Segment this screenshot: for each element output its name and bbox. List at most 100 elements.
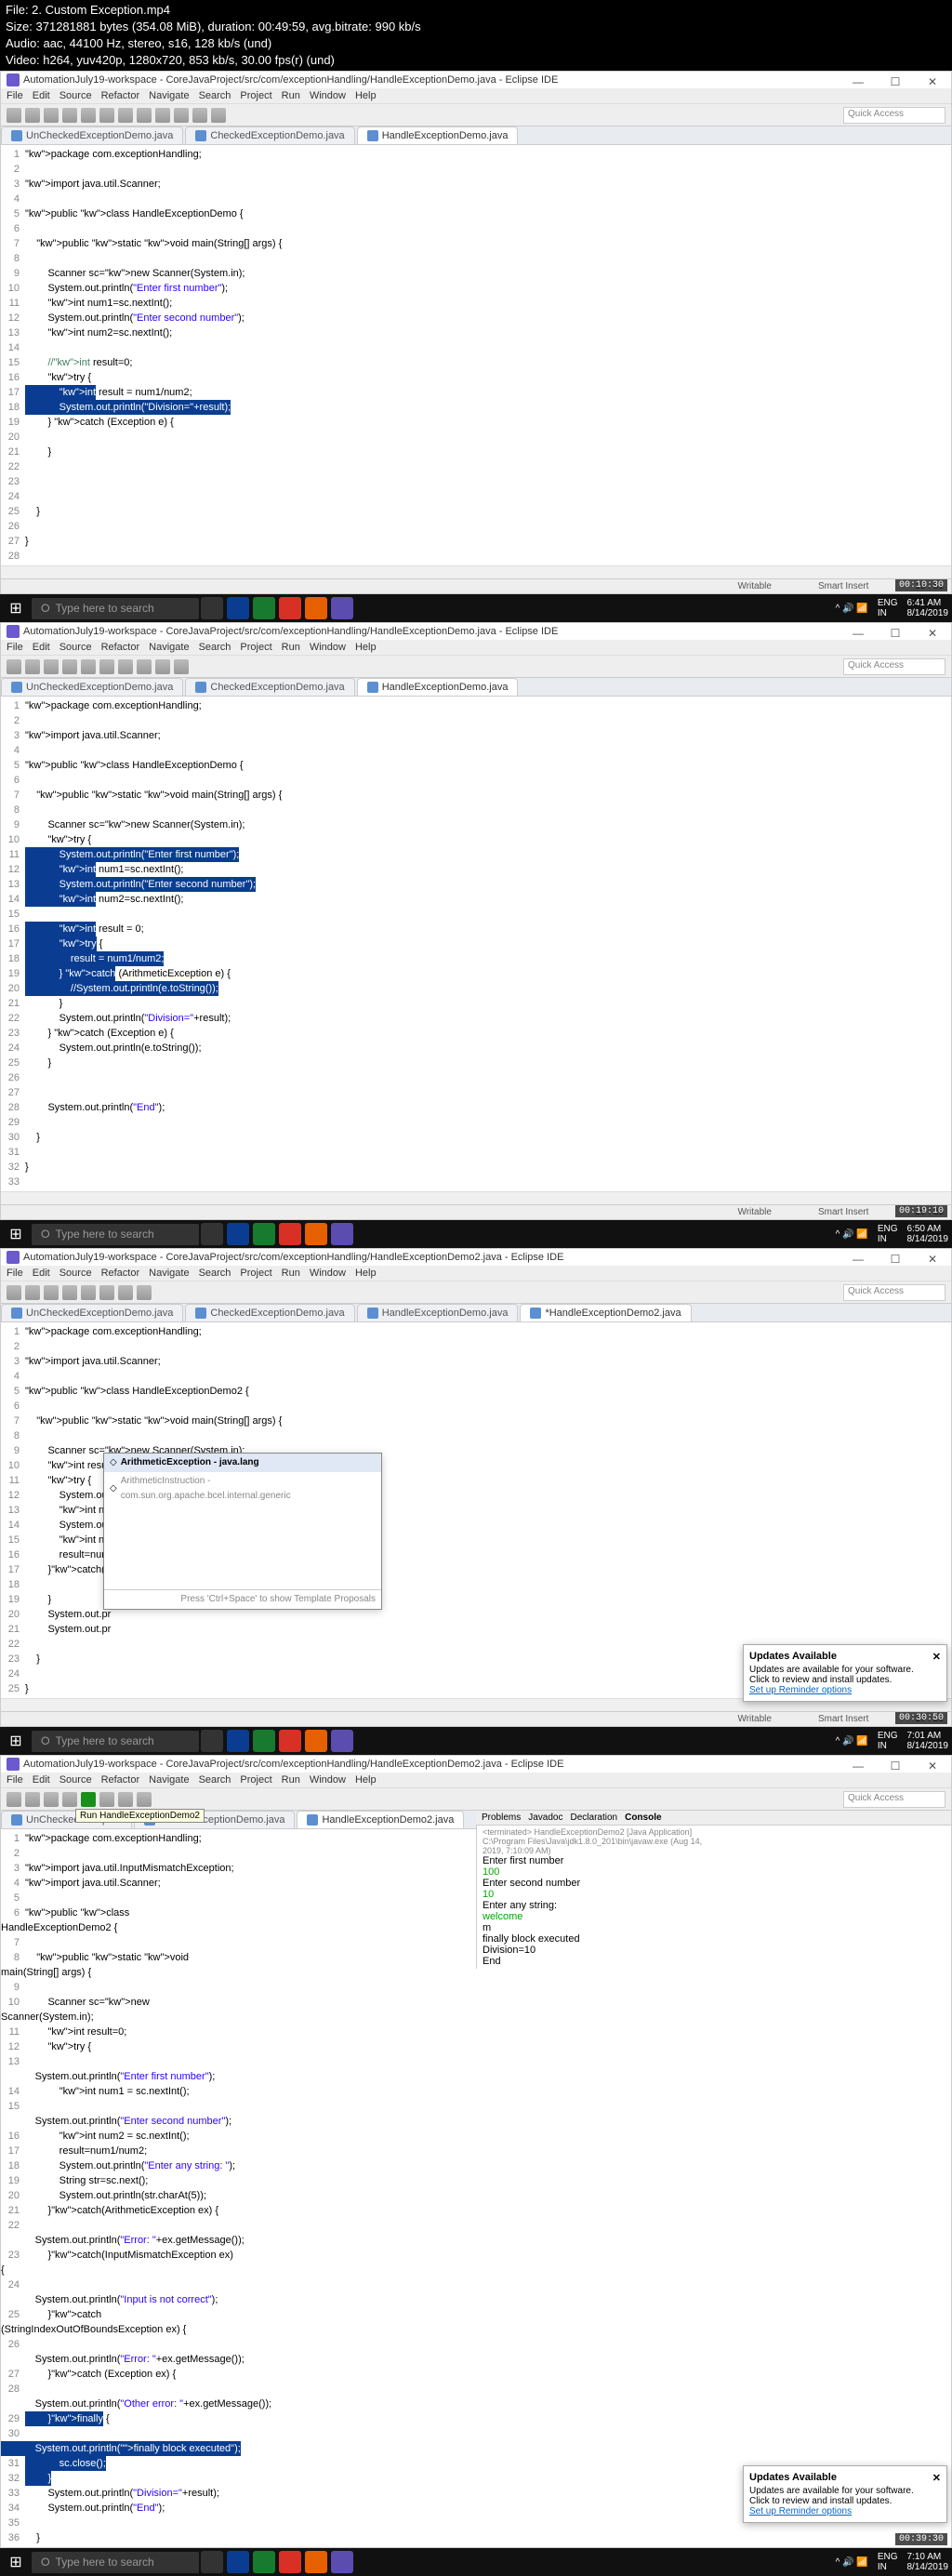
tab-unchecked[interactable]: UnCheckedExceptionDemo.java — [1, 1304, 183, 1321]
menu-navigate[interactable]: Navigate — [149, 90, 189, 101]
taskbar-app[interactable] — [201, 2551, 223, 2573]
tab-javadoc[interactable]: Javadoc — [528, 1812, 562, 1823]
quick-access-input[interactable]: Quick Access — [843, 107, 945, 124]
toolbar-icon[interactable] — [25, 108, 40, 123]
menu-search[interactable]: Search — [199, 1268, 231, 1279]
menu-project[interactable]: Project — [240, 90, 271, 101]
minimize-button[interactable]: — — [840, 72, 877, 92]
tab-handle[interactable]: HandleExceptionDemo.java — [357, 1304, 519, 1321]
menu-run[interactable]: Run — [282, 642, 300, 653]
tab-checked[interactable]: CheckedExceptionDemo.java — [185, 678, 354, 696]
menu-navigate[interactable]: Navigate — [149, 1268, 189, 1279]
toolbar-icon[interactable] — [174, 659, 189, 674]
system-tray[interactable]: ^ 🔊 📶 ENGIN 6:41 AM8/14/2019 — [836, 598, 948, 618]
taskbar-app[interactable] — [201, 1223, 223, 1245]
taskbar-app[interactable] — [331, 1730, 353, 1752]
tab-unchecked[interactable]: UnCheckedExceptionDemo.java — [1, 678, 183, 696]
tab-handle2[interactable]: *HandleExceptionDemo2.java — [520, 1304, 691, 1321]
toolbar-icon[interactable] — [44, 1285, 59, 1300]
menu-project[interactable]: Project — [240, 642, 271, 653]
maximize-button[interactable]: ☐ — [877, 1756, 914, 1776]
taskbar-app[interactable] — [331, 597, 353, 619]
toolbar-icon[interactable] — [137, 1792, 152, 1807]
tab-handle[interactable]: HandleExceptionDemo.java — [357, 126, 519, 144]
taskbar-app[interactable] — [305, 1730, 327, 1752]
taskbar-app[interactable] — [253, 1223, 275, 1245]
code-editor[interactable]: 1"kw">package com.exceptionHandling;23"k… — [1, 1322, 951, 1698]
menu-window[interactable]: Window — [310, 1268, 346, 1279]
toolbar-icon[interactable] — [81, 1285, 96, 1300]
start-button[interactable]: ⊞ — [4, 596, 28, 620]
taskbar-app[interactable] — [227, 1730, 249, 1752]
toolbar-icon[interactable] — [99, 1792, 114, 1807]
close-button[interactable]: ✕ — [914, 623, 951, 644]
menu-edit[interactable]: Edit — [33, 1774, 50, 1786]
toolbar-icon[interactable] — [44, 659, 59, 674]
maximize-button[interactable]: ☐ — [877, 623, 914, 644]
console-output[interactable]: <terminated> HandleExceptionDemo2 [Java … — [476, 1826, 714, 1969]
toolbar-icon[interactable] — [25, 659, 40, 674]
menu-navigate[interactable]: Navigate — [149, 1774, 189, 1786]
taskbar-app[interactable] — [201, 597, 223, 619]
menu-help[interactable]: Help — [355, 90, 377, 101]
toolbar-icon[interactable] — [211, 108, 226, 123]
toolbar-icon[interactable] — [62, 108, 77, 123]
menu-search[interactable]: Search — [199, 1774, 231, 1786]
toolbar-icon[interactable] — [137, 659, 152, 674]
taskbar-app[interactable] — [253, 1730, 275, 1752]
taskbar-app[interactable] — [227, 597, 249, 619]
menu-file[interactable]: File — [7, 1268, 23, 1279]
start-button[interactable]: ⊞ — [4, 1222, 28, 1246]
menu-refactor[interactable]: Refactor — [101, 642, 140, 653]
taskbar-app[interactable] — [279, 1223, 301, 1245]
menu-run[interactable]: Run — [282, 90, 300, 101]
menu-refactor[interactable]: Refactor — [101, 90, 140, 101]
menu-source[interactable]: Source — [60, 1774, 92, 1786]
toolbar-icon[interactable] — [7, 659, 21, 674]
horizontal-scrollbar[interactable] — [1, 1191, 951, 1204]
toolbar-icon[interactable] — [44, 1792, 59, 1807]
autocomplete-item[interactable]: ◇ ArithmeticInstruction - com.sun.org.ap… — [104, 1472, 381, 1506]
taskbar-search[interactable]: ⭘ Type here to search — [32, 1224, 199, 1245]
tab-unchecked[interactable]: UnCheckedExceptionDemo.java — [1, 126, 183, 144]
taskbar-app[interactable] — [253, 2551, 275, 2573]
menu-edit[interactable]: Edit — [33, 1268, 50, 1279]
toolbar-icon[interactable] — [7, 1792, 21, 1807]
close-button[interactable]: ✕ — [914, 1756, 951, 1776]
toolbar-icon[interactable] — [7, 1285, 21, 1300]
menu-source[interactable]: Source — [60, 1268, 92, 1279]
taskbar-app[interactable] — [227, 1223, 249, 1245]
minimize-button[interactable]: — — [840, 623, 877, 644]
menu-run[interactable]: Run — [282, 1774, 300, 1786]
menu-window[interactable]: Window — [310, 1774, 346, 1786]
toolbar-icon[interactable] — [44, 108, 59, 123]
toolbar-icon[interactable] — [62, 1285, 77, 1300]
taskbar-app[interactable] — [305, 1223, 327, 1245]
toolbar-icon[interactable] — [155, 659, 170, 674]
menu-project[interactable]: Project — [240, 1774, 271, 1786]
taskbar-app[interactable] — [331, 2551, 353, 2573]
reminder-link[interactable]: Set up Reminder options — [749, 1685, 852, 1695]
close-button[interactable]: ✕ — [914, 1249, 951, 1269]
code-editor[interactable]: 1"kw">package com.exceptionHandling;23"k… — [1, 145, 951, 565]
taskbar-app[interactable] — [201, 1730, 223, 1752]
close-icon[interactable]: ✕ — [932, 1651, 941, 1663]
menu-source[interactable]: Source — [60, 642, 92, 653]
menu-navigate[interactable]: Navigate — [149, 642, 189, 653]
minimize-button[interactable]: — — [840, 1756, 877, 1776]
menu-refactor[interactable]: Refactor — [101, 1268, 140, 1279]
taskbar-search[interactable]: ⭘ Type here to search — [32, 1731, 199, 1752]
toolbar-icon[interactable] — [118, 659, 133, 674]
code-editor[interactable]: 1"kw">package com.exceptionHandling;23"k… — [1, 697, 951, 1191]
autocomplete-popup[interactable]: ◇ ArithmeticException - java.lang ◇ Arit… — [103, 1453, 382, 1610]
menu-project[interactable]: Project — [240, 1268, 271, 1279]
taskbar-app[interactable] — [279, 2551, 301, 2573]
toolbar-icon[interactable] — [137, 108, 152, 123]
taskbar-app[interactable] — [305, 597, 327, 619]
menu-window[interactable]: Window — [310, 90, 346, 101]
toolbar-icon[interactable] — [81, 659, 96, 674]
tab-console[interactable]: Console — [625, 1812, 661, 1823]
system-tray[interactable]: ^ 🔊 📶 ENGIN 7:10 AM8/14/2019 — [836, 2552, 948, 2572]
toolbar-icon[interactable] — [25, 1792, 40, 1807]
toolbar-icon[interactable] — [81, 108, 96, 123]
